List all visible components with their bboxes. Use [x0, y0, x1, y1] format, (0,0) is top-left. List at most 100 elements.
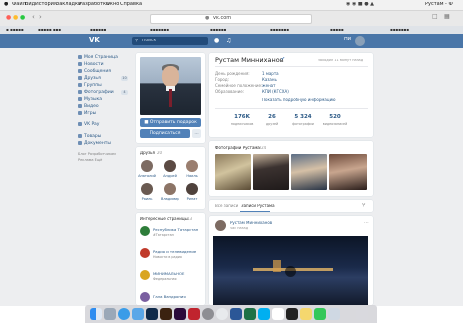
safari-icon[interactable]: [118, 308, 130, 320]
search-input[interactable]: ⚲ Поиск: [132, 37, 208, 45]
bookmark-item[interactable]: ▪▪▪▪▪▪▪: [390, 28, 409, 32]
friend-avatar[interactable]: [141, 160, 153, 172]
page-name[interactable]: МИНИМАЛЬНОЕ: [153, 271, 184, 276]
illustrator-icon[interactable]: [160, 308, 172, 320]
friend-name[interactable]: Раиль: [138, 197, 156, 201]
page-name[interactable]: Республика Татарстан: [153, 227, 198, 232]
friend-avatar[interactable]: [141, 183, 153, 195]
bookmark-item[interactable]: ▪▪▪▪▪: [330, 28, 344, 32]
preview-icon[interactable]: [328, 308, 340, 320]
avatar[interactable]: [355, 36, 365, 46]
info-value[interactable]: Казань: [262, 77, 277, 82]
post-video[interactable]: [213, 236, 368, 305]
friend-avatar[interactable]: [186, 183, 198, 195]
address-bar[interactable]: ● vk.com: [150, 14, 312, 24]
menu-history[interactable]: История: [35, 2, 57, 7]
settings-icon[interactable]: [202, 308, 214, 320]
sidebar-item-video[interactable]: Видео: [84, 104, 99, 109]
sidebar-item-goods[interactable]: Товары: [84, 134, 101, 139]
photo-thumbnail[interactable]: [329, 154, 367, 190]
footer-link[interactable]: Блог Разработчикам: [78, 152, 116, 156]
sidebar-item-my-page[interactable]: Моя Страница: [84, 55, 118, 60]
info-value[interactable]: 1 марта: [262, 71, 279, 76]
mail-icon[interactable]: [132, 308, 144, 320]
sidebar-item-music[interactable]: Музыка: [84, 97, 102, 102]
play-icon[interactable]: [285, 266, 296, 277]
forward-icon[interactable]: ›: [39, 14, 42, 21]
pages-title[interactable]: Интересные страницы: [140, 217, 188, 221]
excel-icon[interactable]: [244, 308, 256, 320]
minimize-icon[interactable]: ●: [13, 15, 18, 21]
bookmark-item[interactable]: ▪▪▪▪▪ ▪▪▪: [38, 28, 61, 32]
menu-develop[interactable]: Разработка: [79, 2, 109, 7]
menu-user[interactable]: Рустам - Ф: [425, 2, 453, 7]
friend-name[interactable]: Владимир: [161, 197, 179, 201]
sidebar-item-vk-pay[interactable]: VK Pay: [84, 122, 99, 127]
post-menu-icon[interactable]: ⋯: [364, 221, 369, 226]
post-author[interactable]: Рустам Минниханов: [230, 221, 272, 225]
music-icon[interactable]: ♫: [226, 38, 231, 44]
show-more-info-link[interactable]: Показать подробную информацию: [262, 98, 336, 102]
notes-icon[interactable]: [300, 308, 312, 320]
close-icon[interactable]: ●: [6, 15, 11, 21]
apple-icon[interactable]: ●: [4, 2, 8, 7]
menu-view[interactable]: Вид: [25, 2, 35, 7]
page-name[interactable]: Гала Вандрония: [153, 294, 186, 299]
friend-name[interactable]: Ринат: [183, 197, 201, 201]
trash-icon[interactable]: [356, 308, 368, 320]
info-value[interactable]: женат: [262, 83, 275, 88]
menu-window[interactable]: Окно: [106, 2, 119, 7]
bookmark-item[interactable]: ▪▪▪▪▪▪▪: [270, 28, 289, 32]
photo-thumbnail[interactable]: [215, 154, 251, 190]
acrobat-icon[interactable]: [188, 308, 200, 320]
user-menu[interactable]: Ни: [344, 37, 351, 42]
menu-help[interactable]: Справка: [120, 2, 142, 7]
launchpad-icon[interactable]: [104, 308, 116, 320]
page-avatar[interactable]: [140, 292, 150, 302]
footer-link[interactable]: Реклама Ещё: [78, 158, 102, 162]
friend-name[interactable]: Андрей: [161, 174, 179, 178]
photoshop-icon[interactable]: [146, 308, 158, 320]
subscribe-button[interactable]: Подписаться: [140, 129, 190, 138]
page-avatar[interactable]: [140, 248, 150, 258]
back-icon[interactable]: ‹: [32, 14, 35, 21]
friend-avatar[interactable]: [164, 160, 176, 172]
skype-icon[interactable]: [258, 308, 270, 320]
terminal-icon[interactable]: [286, 308, 298, 320]
send-gift-button[interactable]: ■ Отправить подарок: [140, 118, 201, 127]
friend-avatar[interactable]: [164, 183, 176, 195]
calendar-icon[interactable]: [272, 308, 284, 320]
sidebar-item-games[interactable]: Игры: [84, 111, 96, 116]
tab-own-posts[interactable]: Записи Рустама: [241, 204, 275, 208]
premiere-icon[interactable]: [174, 308, 186, 320]
post-author-avatar[interactable]: [215, 220, 226, 231]
word-icon[interactable]: [230, 308, 242, 320]
sidebar-item-friends[interactable]: Друзья: [84, 76, 101, 81]
bookmark-item[interactable]: ▪ ▪▪▪▪▪: [6, 28, 24, 32]
friend-avatar[interactable]: [186, 160, 198, 172]
stat-videos-number[interactable]: 520: [317, 114, 353, 120]
friends-title[interactable]: Друзья: [140, 151, 155, 155]
friend-name[interactable]: Анатолий: [138, 174, 156, 178]
maximize-icon[interactable]: ●: [20, 15, 25, 21]
bell-icon[interactable]: ●: [214, 38, 219, 44]
finder-icon[interactable]: [90, 308, 102, 320]
share-icon[interactable]: □: [432, 14, 438, 20]
sidebar-item-messages[interactable]: Сообщения: [84, 69, 111, 74]
profile-photo[interactable]: [140, 57, 201, 115]
bookmark-item[interactable]: ▪▪▪▪▪▪: [210, 28, 226, 32]
sidebar-item-photos[interactable]: Фотографии: [84, 90, 114, 95]
page-avatar[interactable]: [140, 226, 150, 236]
search-icon[interactable]: ⚲: [362, 203, 366, 208]
sidebar-item-news[interactable]: Новости: [84, 62, 104, 67]
photo-thumbnail[interactable]: [291, 154, 327, 190]
photos-title[interactable]: Фотографии Рустама: [215, 146, 260, 150]
more-actions-button[interactable]: ...: [192, 129, 201, 138]
chrome-icon[interactable]: [216, 308, 228, 320]
bookmark-item[interactable]: ▪▪▪▪▪▪: [90, 28, 106, 32]
tab-all-posts[interactable]: Все записи: [215, 204, 238, 208]
tabs-icon[interactable]: ▦: [444, 14, 450, 20]
messages-icon[interactable]: [314, 308, 326, 320]
page-name[interactable]: Радио и телевидение: [153, 249, 196, 254]
bookmark-item[interactable]: ▪▪▪▪▪▪▪: [150, 28, 169, 32]
